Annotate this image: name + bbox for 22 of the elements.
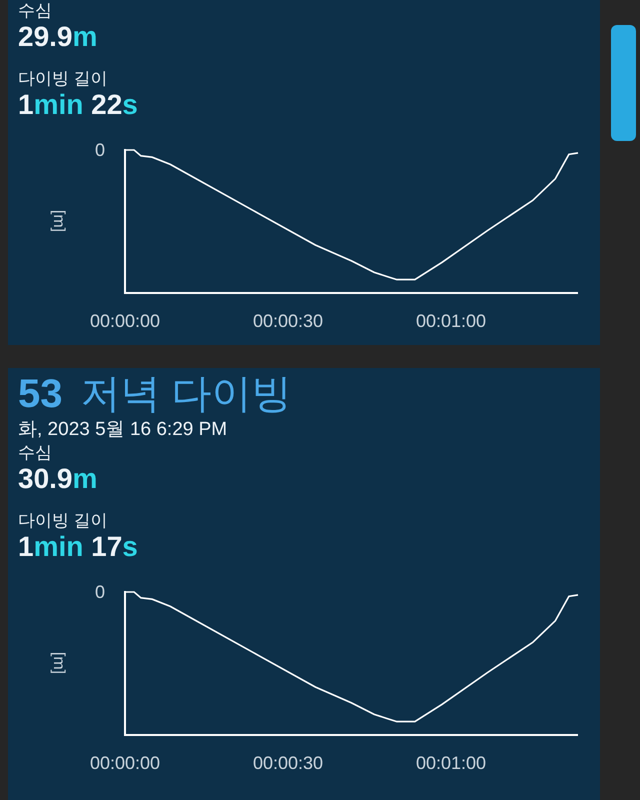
x-axis-tick: 00:00:30 bbox=[252, 753, 324, 773]
scrollbar-thumb[interactable] bbox=[611, 25, 636, 141]
depth-label: 수심 bbox=[18, 0, 53, 22]
dive-date: 화, 2023 5월 16 6:29 PM bbox=[18, 418, 228, 442]
x-axis-tick: 00:00:00 bbox=[90, 311, 160, 331]
dive-title: 저녁 다이빙 bbox=[80, 371, 292, 418]
duration-label: 다이빙 길이 bbox=[18, 510, 109, 532]
dive-number: 53 bbox=[18, 371, 62, 418]
depth-label: 수심 bbox=[18, 442, 53, 464]
y-axis-label: [m] bbox=[50, 652, 67, 674]
x-axis-tick: 00:00:00 bbox=[90, 753, 160, 773]
duration-label: 다이빙 길이 bbox=[18, 68, 109, 90]
x-axis-tick: 00:01:00 bbox=[416, 311, 486, 331]
y-axis-label: [m] bbox=[50, 210, 67, 232]
x-axis-tick: 00:01:00 bbox=[416, 753, 486, 773]
depth-value: 30.9m bbox=[18, 464, 98, 494]
y-axis-tick: 0 bbox=[94, 582, 105, 602]
x-axis-tick: 00:00:30 bbox=[252, 311, 324, 331]
duration-value: 1min 22s bbox=[18, 90, 139, 120]
depth-value: 29.9m bbox=[18, 22, 98, 52]
y-axis-tick: 0 bbox=[94, 140, 105, 160]
duration-value: 1min 17s bbox=[18, 532, 139, 562]
